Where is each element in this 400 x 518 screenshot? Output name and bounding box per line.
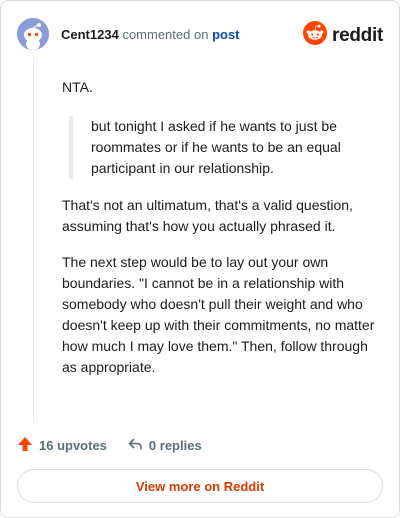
commented-on-text: commented on: [122, 26, 209, 42]
thread-line: [33, 57, 34, 423]
reddit-wordmark: reddit: [332, 24, 383, 46]
upvote-button[interactable]: 16 upvotes: [17, 436, 107, 455]
reply-button[interactable]: 0 replies: [127, 436, 202, 455]
upvote-count: 16 upvotes: [39, 437, 107, 453]
reddit-brand[interactable]: reddit: [303, 21, 383, 50]
comment-embed-card: Cent1234 commented on post reddit NTA. b…: [0, 0, 400, 518]
reply-count: 0 replies: [148, 437, 202, 453]
comment-author[interactable]: Cent1234: [61, 27, 119, 42]
comment-actions: 16 upvotes 0 replies: [17, 435, 202, 455]
reddit-logo-icon: [303, 21, 328, 50]
quote-text: but tonight I asked if he wants to just …: [91, 118, 341, 176]
upvote-arrow-icon: [17, 436, 33, 455]
comment-paragraph: The next step would be to lay out your o…: [62, 254, 375, 375]
comment-byline: Cent1234 commented on post: [61, 27, 240, 42]
post-link[interactable]: post: [212, 27, 239, 42]
view-more-button[interactable]: View more on Reddit: [17, 469, 383, 503]
reply-arrow-icon: [127, 436, 143, 455]
comment-body: NTA. but tonight I asked if he wants to …: [62, 77, 380, 393]
comment-paragraph: NTA.: [62, 79, 93, 95]
comment-paragraph: That's not an ultimatum, that's a valid …: [62, 197, 353, 234]
comment-header: Cent1234 commented on post reddit: [17, 17, 383, 51]
snoo-avatar-icon[interactable]: [17, 18, 49, 50]
comment-blockquote: but tonight I asked if he wants to just …: [69, 116, 380, 179]
